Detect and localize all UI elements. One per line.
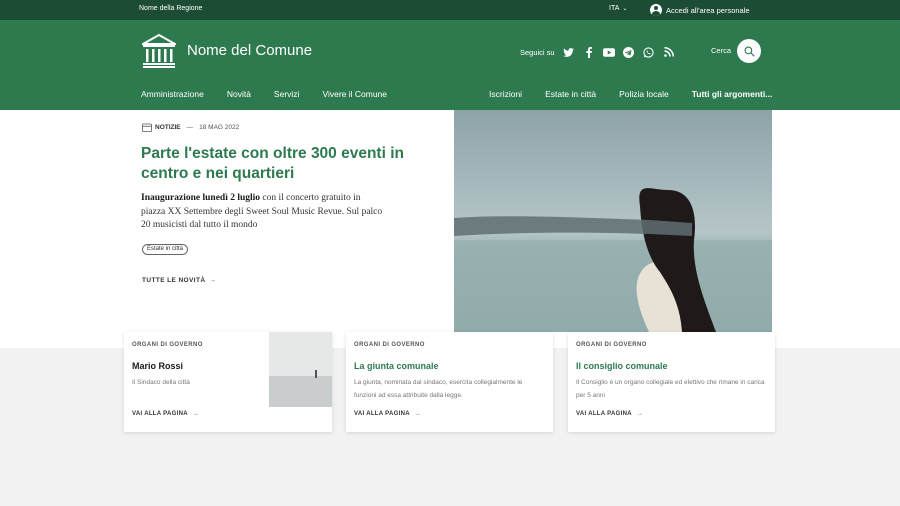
arrow-right-icon: → xyxy=(209,277,217,284)
nav-item-amministrazione[interactable]: Amministrazione xyxy=(141,89,204,99)
social-label: Seguici su xyxy=(520,47,555,57)
calendar-icon xyxy=(142,123,152,132)
search-button[interactable] xyxy=(737,39,761,63)
nav-item-tutti-gli-argomenti[interactable]: Tutti gli argomenti... xyxy=(692,89,773,99)
card-text: La giunta, nominata dal sindaco, esercit… xyxy=(354,379,523,399)
social-links: Seguici su xyxy=(520,46,683,58)
nav-item-estate-in-citta[interactable]: Estate in città xyxy=(545,89,596,99)
hero-description: Inaugurazione lunedì 2 luglio con il con… xyxy=(141,192,386,233)
telegram-icon[interactable] xyxy=(623,46,635,58)
rss-icon[interactable] xyxy=(663,46,675,58)
news-meta: NOTIZIE — 18 MAG 2022 xyxy=(142,123,239,132)
card-link[interactable]: VAI ALLA PAGINA → xyxy=(354,411,421,417)
nav-item-vivere-il-comune[interactable]: Vivere il Comune xyxy=(322,89,387,99)
youtube-icon[interactable] xyxy=(602,46,615,58)
nav-item-iscrizioni[interactable]: Iscrizioni xyxy=(489,89,522,99)
town-hall-icon[interactable] xyxy=(142,33,176,69)
card-title[interactable]: La giunta comunale xyxy=(354,361,439,371)
nav-item-polizia-locale[interactable]: Polizia locale xyxy=(619,89,669,99)
language-selector[interactable]: ITA ⌄ xyxy=(609,5,627,12)
top-bar: Nome della Regione ITA ⌄ Accedi all'area … xyxy=(0,0,900,20)
card-link-label: VAI ALLA PAGINA xyxy=(132,411,188,417)
card-text: Il Consiglio è un organo collegiale ed e… xyxy=(576,379,765,399)
nav-item-novita[interactable]: Novità xyxy=(227,89,251,99)
hero-title[interactable]: Parte l'estate con oltre 300 eventi in c… xyxy=(141,144,411,184)
card-mayor[interactable]: ORGANI DI GOVERNO Mario Rossi Il Sindaco… xyxy=(124,332,332,432)
twitter-icon[interactable] xyxy=(563,46,575,58)
card-link-label: VAI ALLA PAGINA xyxy=(576,411,632,417)
card-title[interactable]: Mario Rossi xyxy=(132,361,183,371)
topic-chip[interactable]: Estate in città xyxy=(142,244,189,255)
card-title[interactable]: Il consiglio comunale xyxy=(576,361,668,371)
nav-item-servizi[interactable]: Servizi xyxy=(274,89,300,99)
chevron-down-icon: ⌄ xyxy=(622,6,628,12)
card-link[interactable]: VAI ALLA PAGINA → xyxy=(132,411,199,417)
search-label: Cerca xyxy=(711,46,732,55)
language-label: ITA xyxy=(609,5,620,12)
arrow-right-icon: → xyxy=(192,411,200,417)
card-consiglio[interactable]: ORGANI DI GOVERNO Il consiglio comunale … xyxy=(568,332,775,432)
card-kicker: ORGANI DI GOVERNO xyxy=(132,342,203,348)
site-title[interactable]: Nome del Comune xyxy=(187,42,312,59)
news-category[interactable]: NOTIZIE xyxy=(155,124,181,131)
news-date: 18 MAG 2022 xyxy=(199,124,240,131)
card-text: Il Sindaco della città xyxy=(132,379,190,386)
card-giunta[interactable]: ORGANI DI GOVERNO La giunta comunale La … xyxy=(346,332,553,432)
meta-separator: — xyxy=(186,124,194,131)
user-icon xyxy=(650,4,662,16)
hero-description-bold: Inaugurazione lunedì 2 luglio xyxy=(141,193,261,203)
mayor-thumbnail xyxy=(269,332,332,407)
facebook-icon[interactable] xyxy=(583,46,595,58)
login-button[interactable]: Accedi all'area personale xyxy=(650,2,750,18)
card-link[interactable]: VAI ALLA PAGINA → xyxy=(576,411,643,417)
card-kicker: ORGANI DI GOVERNO xyxy=(354,342,425,348)
login-label: Accedi all'area personale xyxy=(666,5,750,15)
arrow-right-icon: → xyxy=(414,411,422,417)
region-link[interactable]: Nome della Regione xyxy=(139,5,202,12)
card-link-label: VAI ALLA PAGINA xyxy=(354,411,410,417)
arrow-right-icon: → xyxy=(636,411,644,417)
site-header: Nome del Comune Seguici su Cerca Amminis… xyxy=(0,20,900,110)
card-kicker: ORGANI DI GOVERNO xyxy=(576,342,647,348)
main-nav: Amministrazione Novità Servizi Vivere il… xyxy=(141,89,410,99)
all-news-link[interactable]: TUTTE LE NOVITÀ → xyxy=(142,277,216,284)
whatsapp-icon[interactable] xyxy=(643,46,655,58)
hero-image xyxy=(454,110,772,332)
all-news-label: TUTTE LE NOVITÀ xyxy=(142,277,206,284)
secondary-nav: Iscrizioni Estate in città Polizia local… xyxy=(489,89,772,99)
search-icon xyxy=(744,46,755,57)
